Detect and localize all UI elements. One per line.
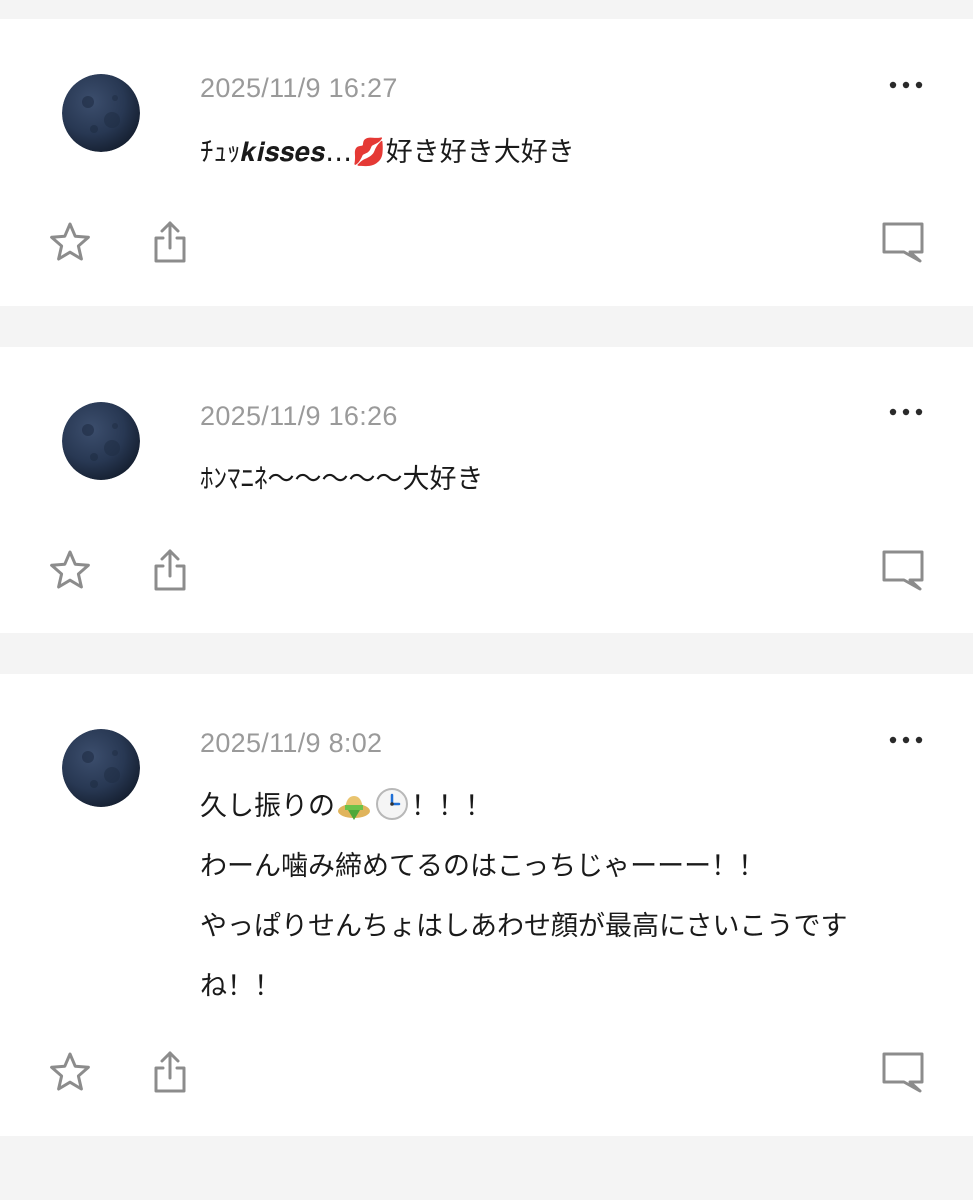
more-dots-icon <box>889 408 923 416</box>
post-body: 久し振りの ！！！ わーん噛み締めてるのはこっちじゃーーー！！ やっぱりせんちょ… <box>200 777 933 1017</box>
post-body: ﾁｭｯ𝒌𝒊𝒔𝒔𝒆𝒔…💋好き好き大好き <box>200 131 933 175</box>
post-text-segment: 久し振りの <box>200 791 335 822</box>
post-text-line: ﾎﾝﾏﾆﾈ〜〜〜〜〜大好き <box>200 464 484 495</box>
more-dots-icon <box>889 81 923 89</box>
post-text-segment: ！！！ <box>411 791 492 822</box>
comment-button[interactable] <box>877 1046 929 1098</box>
favorite-button[interactable] <box>44 1046 96 1098</box>
star-icon <box>50 1052 90 1091</box>
post-timestamp: 2025/11/9 16:26 <box>200 401 398 431</box>
post-card: 2025/11/9 16:26 ﾎﾝﾏﾆﾈ〜〜〜〜〜大好き <box>0 347 973 633</box>
avatar[interactable] <box>62 729 140 807</box>
avatar[interactable] <box>62 74 140 152</box>
post-card: 2025/11/9 8:02 久し振りの ！！！ わーん噛み締めてるのはこっちじ… <box>0 674 973 1136</box>
post-body: ﾎﾝﾏﾆﾈ〜〜〜〜〜大好き <box>200 458 933 502</box>
comment-button[interactable] <box>877 216 929 268</box>
post-text-line: 久し振りの ！！！ <box>200 777 933 837</box>
share-button[interactable] <box>144 544 196 596</box>
avatar[interactable] <box>62 402 140 480</box>
share-button[interactable] <box>144 1046 196 1098</box>
clock-icon <box>376 788 408 820</box>
post-feed: 2025/11/9 16:27 ﾁｭｯ𝒌𝒊𝒔𝒔𝒆𝒔…💋好き好き大好き 2025/… <box>0 0 973 1200</box>
more-dots-icon <box>889 736 923 744</box>
favorite-button[interactable] <box>44 544 96 596</box>
straw-hat-icon <box>338 796 370 820</box>
star-icon <box>50 222 90 261</box>
post-text-line: やっぱりせんちょはしあわせ顔が最高にさいこうです <box>200 911 848 942</box>
post-timestamp: 2025/11/9 16:27 <box>200 73 398 103</box>
star-icon <box>50 550 90 589</box>
post-card: 2025/11/9 16:27 ﾁｭｯ𝒌𝒊𝒔𝒔𝒆𝒔…💋好き好き大好き <box>0 19 973 306</box>
comment-icon <box>882 222 924 263</box>
post-text-line: ﾁｭｯ𝒌𝒊𝒔𝒔𝒆𝒔…💋好き好き大好き <box>200 137 575 168</box>
post-timestamp: 2025/11/9 8:02 <box>200 728 383 758</box>
more-options-button[interactable] <box>879 398 933 426</box>
post-text-line: ね！！ <box>200 971 281 1002</box>
share-icon <box>154 1051 186 1093</box>
share-icon <box>154 549 186 591</box>
comment-button[interactable] <box>877 544 929 596</box>
more-options-button[interactable] <box>879 71 933 99</box>
more-options-button[interactable] <box>879 726 933 754</box>
share-button[interactable] <box>144 216 196 268</box>
favorite-button[interactable] <box>44 216 96 268</box>
share-icon <box>154 221 186 263</box>
comment-icon <box>882 1052 924 1093</box>
post-text-line: わーん噛み締めてるのはこっちじゃーーー！！ <box>200 851 766 882</box>
comment-icon <box>882 550 924 591</box>
